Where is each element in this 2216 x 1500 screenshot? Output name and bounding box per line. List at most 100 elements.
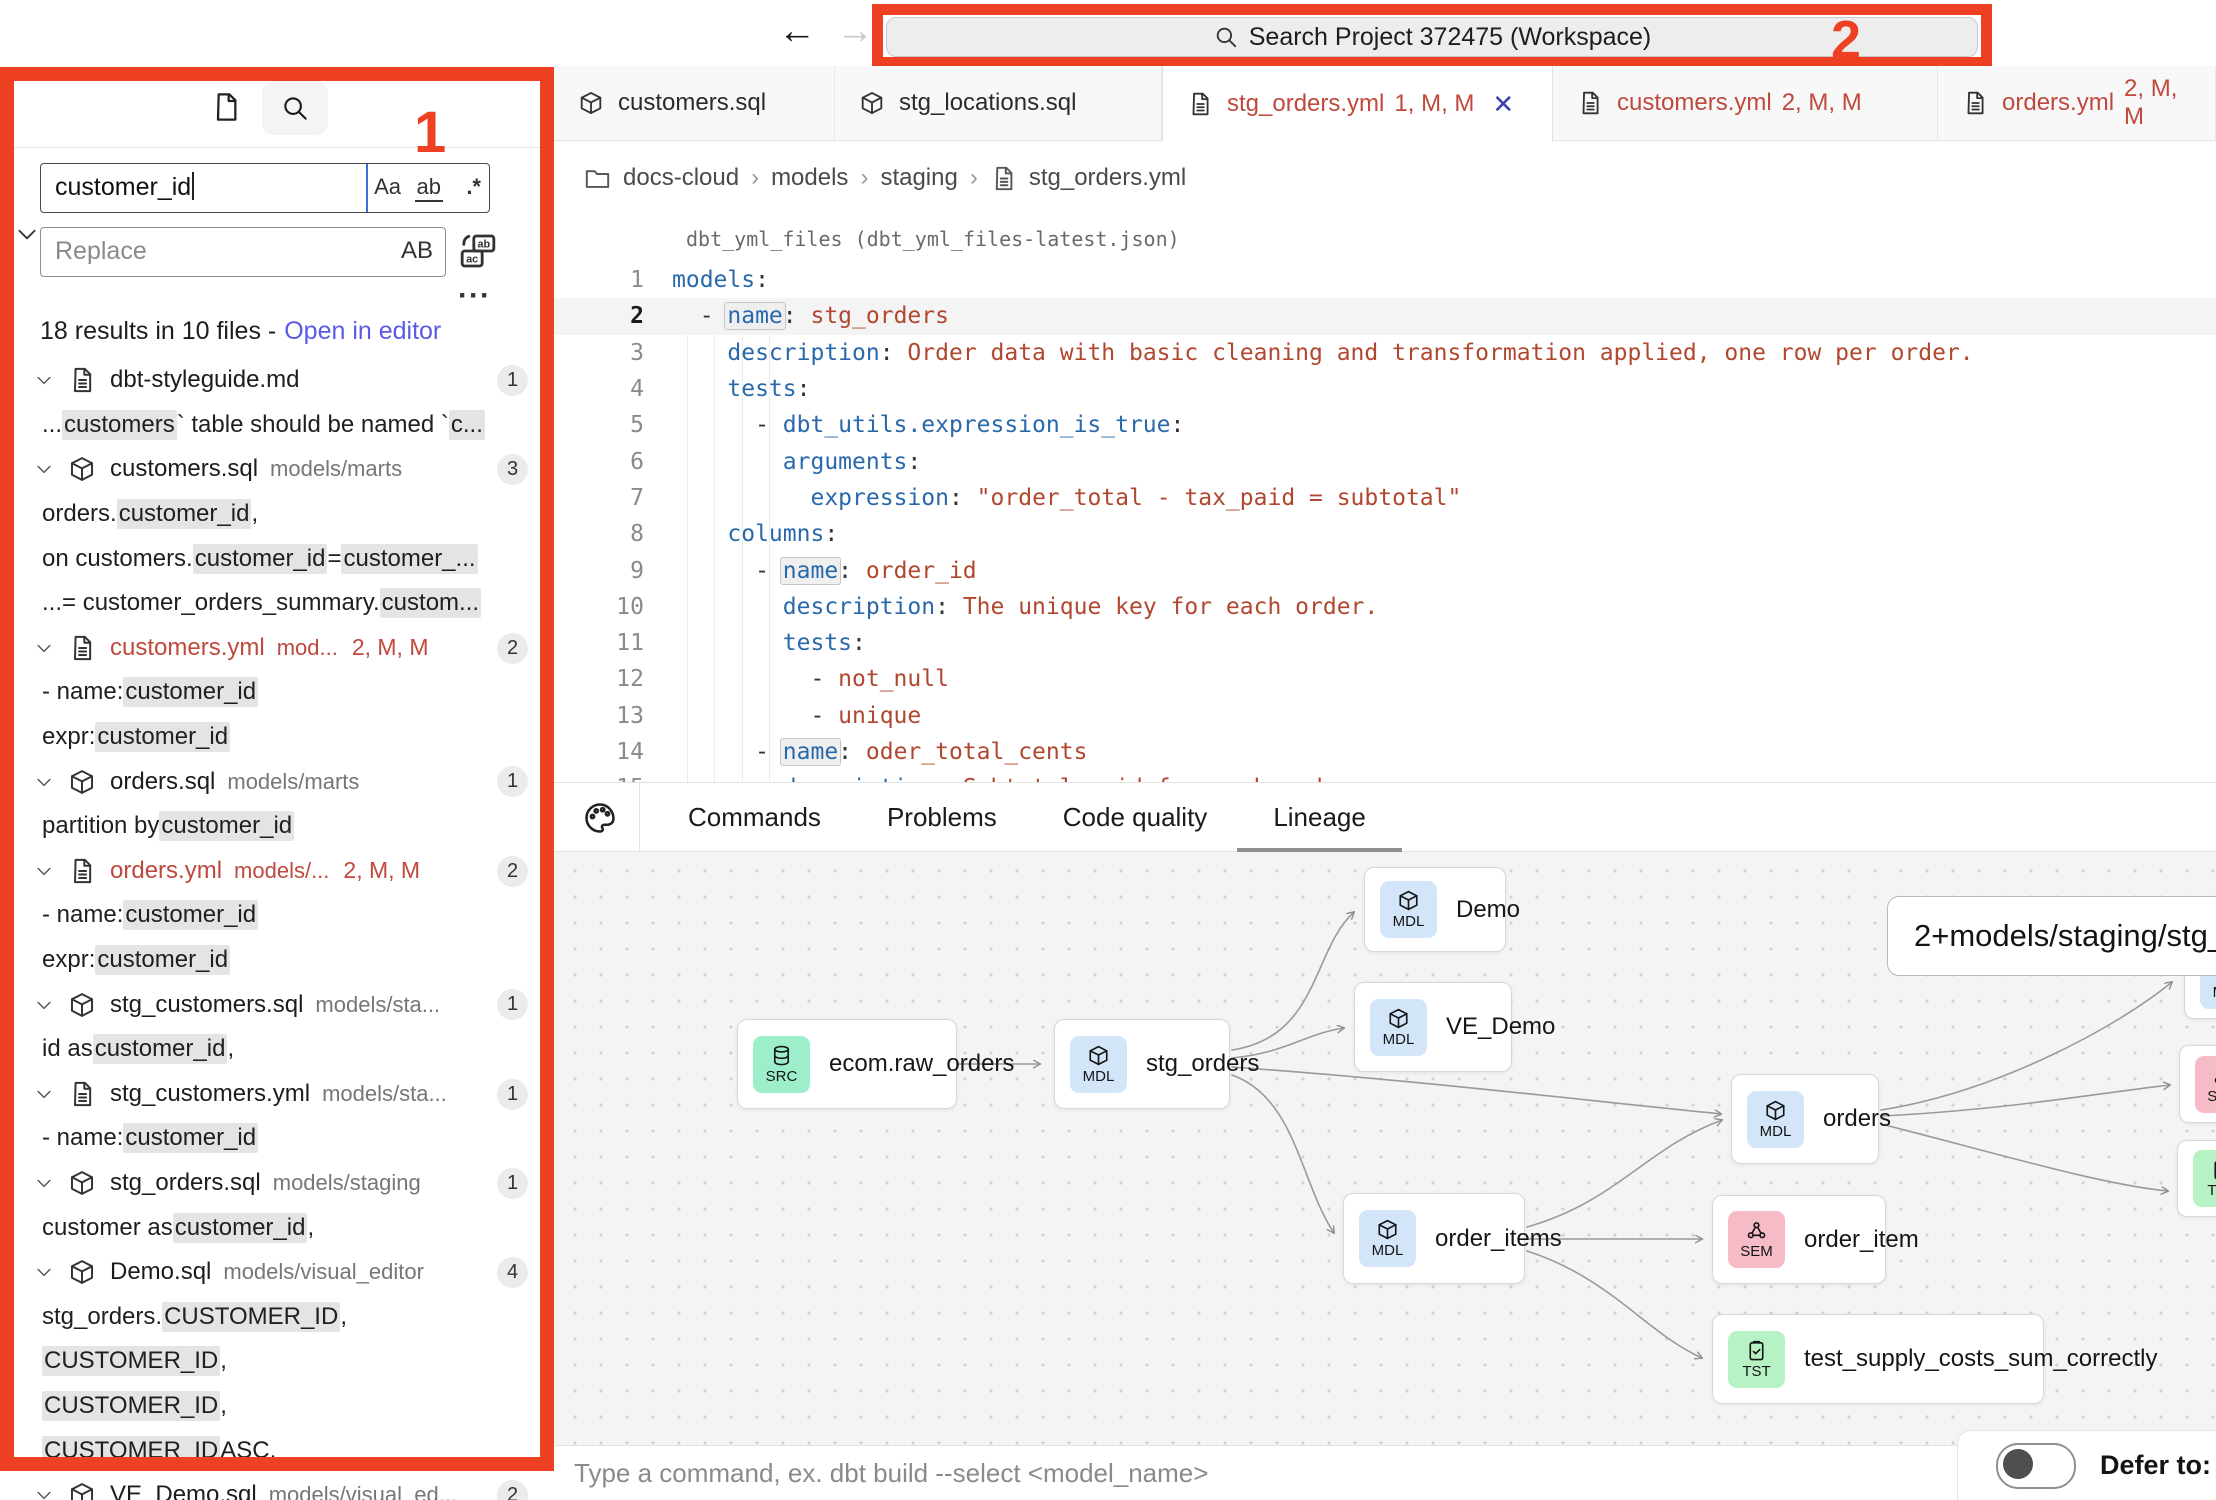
chevron-down-icon[interactable] (34, 1173, 54, 1193)
lineage-node-demo[interactable]: MDLDemo (1364, 867, 1506, 952)
code-line[interactable]: 10 description: The unique key for each … (554, 589, 2216, 625)
defer-toggle[interactable] (1996, 1443, 2076, 1489)
tab-customers-yml[interactable]: customers.yml2, M, M (1553, 66, 1938, 140)
lineage-canvas[interactable]: SRCecom.raw_orders MDLstg_orders MDLDemo MD… (554, 852, 2216, 1445)
tab-stg_orders-yml[interactable]: stg_orders.yml1, M, M✕ (1162, 66, 1553, 142)
breadcrumb-file[interactable]: stg_orders.yml (1029, 164, 1186, 192)
file-row[interactable]: stg_customers.ymlmodels/sta...1 (14, 1072, 540, 1117)
replace-input[interactable]: Replace AB (40, 227, 446, 277)
tab-stg_locations-sql[interactable]: stg_locations.sql (835, 66, 1162, 140)
forward-arrow-button[interactable]: → (836, 8, 874, 54)
lineage-node-order-item[interactable]: SEMorder_item (1712, 1195, 1886, 1284)
file-row[interactable]: orders.ymlmodels/...2, M, M2 (14, 849, 540, 894)
code-line[interactable]: 1models: (554, 262, 2216, 298)
match-row[interactable]: CUSTOMER_ID, (14, 1339, 540, 1384)
tab-orders-yml[interactable]: orders.yml2, M, M (1938, 66, 2216, 140)
chevron-down-icon[interactable] (34, 772, 54, 792)
command-input[interactable]: Type a command, ex. dbt build --select <… (574, 1458, 1208, 1489)
match-row[interactable]: stg_orders.CUSTOMER_ID, (14, 1294, 540, 1339)
chevron-down-icon[interactable] (34, 1485, 54, 1500)
code-line[interactable]: 5 - dbt_utils.expression_is_true: (554, 407, 2216, 443)
replace-all-icon[interactable]: abac (458, 231, 498, 271)
code-line[interactable]: 14 - name: oder_total_cents (554, 734, 2216, 770)
panel-tab-lineage[interactable]: Lineage (1273, 802, 1366, 833)
code-line[interactable]: 2 - name: stg_orders (554, 298, 2216, 334)
match-row[interactable]: - name: customer_id (14, 1116, 540, 1161)
search-tab-button[interactable] (262, 81, 328, 135)
chevron-down-icon[interactable] (34, 459, 54, 479)
code-line[interactable]: 7 expression: "order_total - tax_paid = … (554, 480, 2216, 516)
breadcrumb-item[interactable]: staging (880, 164, 957, 192)
preserve-case-toggle[interactable]: AB (401, 237, 433, 265)
code-line[interactable]: 11 tests: (554, 625, 2216, 661)
file-row[interactable]: stg_orders.sqlmodels/staging1 (14, 1161, 540, 1206)
chevron-down-icon[interactable] (34, 638, 54, 658)
match-case-toggle[interactable]: Aa (374, 174, 401, 200)
code-editor[interactable]: dbt_yml_files (dbt_yml_files-latest.json… (554, 215, 2216, 848)
match-row[interactable]: ...customers` table should be named `c..… (14, 403, 540, 448)
code-line[interactable]: 4 tests: (554, 371, 2216, 407)
breadcrumb-item[interactable]: models (771, 164, 848, 192)
lineage-node-partial-mid[interactable]: SEM (2179, 1045, 2216, 1123)
chevron-down-icon[interactable] (34, 861, 54, 881)
lineage-node-orders[interactable]: MDLorders (1731, 1074, 1879, 1164)
match-row[interactable]: - name: customer_id (14, 893, 540, 938)
panel-tab-commands[interactable]: Commands (688, 802, 821, 833)
match-row[interactable]: customer as customer_id, (14, 1205, 540, 1250)
chevron-down-icon[interactable] (14, 221, 40, 247)
file-row[interactable]: stg_customers.sqlmodels/sta...1 (14, 982, 540, 1027)
lineage-node-ve-demo[interactable]: MDLVE_Demo (1354, 982, 1512, 1072)
panel-tab-problems[interactable]: Problems (887, 802, 997, 833)
code-token: : (838, 558, 852, 584)
file-row[interactable]: dbt-styleguide.md1 (14, 358, 540, 403)
chevron-down-icon[interactable] (34, 370, 54, 390)
line-number: 7 (554, 485, 672, 511)
file-row[interactable]: customers.ymlmod...2, M, M2 (14, 626, 540, 671)
match-row[interactable]: partition by customer_id (14, 804, 540, 849)
more-options-button[interactable]: ··· (458, 279, 491, 313)
file-row[interactable]: Demo.sqlmodels/visual_editor4 (14, 1250, 540, 1295)
code-line[interactable]: 12 - not_null (554, 661, 2216, 697)
match-row[interactable]: ...= customer_orders_summary.custom... (14, 581, 540, 626)
match-row[interactable]: expr: customer_id (14, 715, 540, 760)
match-row[interactable]: on customers.customer_id = customer_... (14, 536, 540, 581)
tab-customers-sql[interactable]: customers.sql (554, 66, 835, 140)
chevron-down-icon[interactable] (34, 1262, 54, 1282)
match-row[interactable]: expr: customer_id (14, 938, 540, 983)
match-row[interactable]: CUSTOMER_ID ASC, (14, 1428, 540, 1457)
open-in-editor-link[interactable]: Open in editor (284, 317, 441, 345)
code-line[interactable]: 6 arguments: (554, 443, 2216, 479)
find-input[interactable]: customer_id Aa ab .* (40, 163, 490, 213)
match-row[interactable]: CUSTOMER_ID, (14, 1384, 540, 1429)
file-row[interactable]: orders.sqlmodels/marts1 (14, 759, 540, 804)
lineage-node-stg-orders[interactable]: MDLstg_orders (1054, 1019, 1230, 1109)
lineage-node-order-items[interactable]: MDLorder_items (1343, 1193, 1525, 1284)
match-row[interactable]: id as customer_id, (14, 1027, 540, 1072)
match-row[interactable]: orders.customer_id, (14, 492, 540, 537)
file-row[interactable]: customers.sqlmodels/marts3 (14, 447, 540, 492)
lineage-node-test-supply-costs-sum-correctly[interactable]: TSTtest_supply_costs_sum_correctly (1712, 1314, 2044, 1404)
file-explorer-icon[interactable] (210, 91, 242, 123)
chevron-down-icon[interactable] (34, 1084, 54, 1104)
panel-tab-code-quality[interactable]: Code quality (1063, 802, 1208, 833)
breadcrumb-item[interactable]: docs-cloud (623, 164, 739, 192)
match-row[interactable]: - name: customer_id (14, 670, 540, 715)
lineage-node-partial-bottom[interactable]: TST (2177, 1140, 2216, 1217)
lineage-selector-box[interactable]: 2+models/staging/stg_or (1887, 896, 2216, 976)
code-line[interactable]: 8 columns: (554, 516, 2216, 552)
regex-toggle[interactable]: .* (466, 174, 481, 200)
lineage-node-ecom-raw-orders[interactable]: SRCecom.raw_orders (737, 1019, 957, 1109)
project-search-bar[interactable]: Search Project 372475 (Workspace) (886, 17, 1978, 57)
file-row[interactable]: VE_Demo.sqlmodels/visual_ed...2 (14, 1473, 540, 1500)
whole-word-toggle[interactable]: ab (415, 174, 443, 202)
theme-palette-icon[interactable] (582, 800, 618, 836)
code-text: description: Order data with basic clean… (672, 340, 1974, 366)
code-line[interactable]: 13 - unique (554, 698, 2216, 734)
close-icon[interactable]: ✕ (1492, 89, 1514, 120)
code-line[interactable]: 3 description: Order data with basic cle… (554, 335, 2216, 371)
chevron-down-icon[interactable] (34, 995, 54, 1015)
code-line[interactable]: 9 - name: order_id (554, 552, 2216, 588)
match-text: partition by (42, 812, 159, 840)
back-arrow-button[interactable]: ← (778, 8, 816, 54)
file-name: orders.sql (110, 768, 215, 796)
